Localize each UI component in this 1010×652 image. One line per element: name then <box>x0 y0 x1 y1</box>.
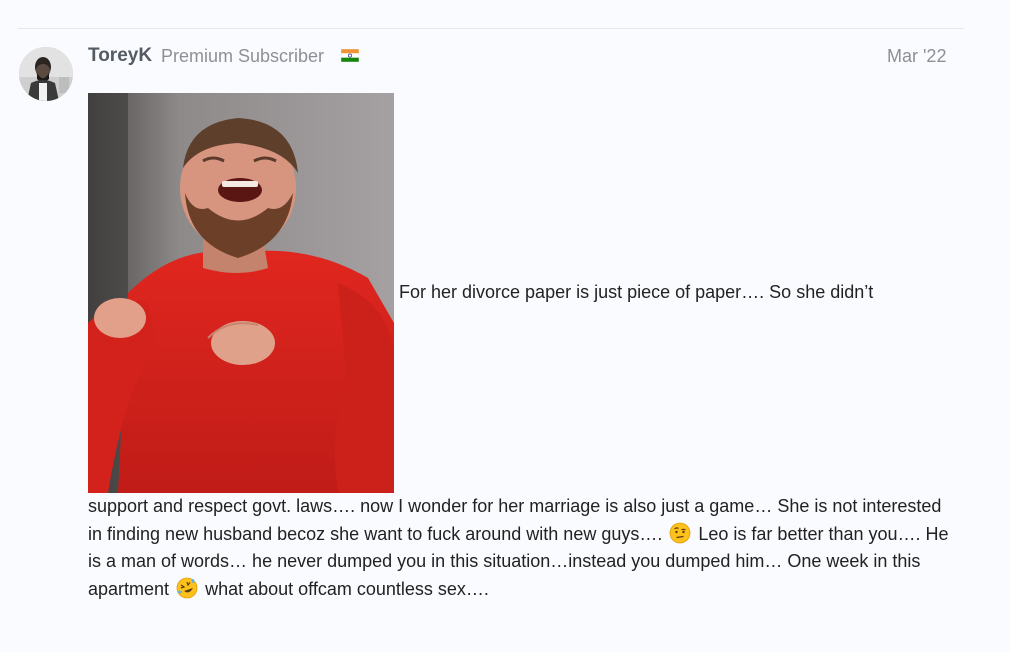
post-text-inline: For her divorce paper is just piece of p… <box>399 282 874 302</box>
user-title: Premium Subscriber <box>161 46 325 66</box>
avatar[interactable] <box>19 47 73 101</box>
username[interactable]: ToreyK <box>88 45 152 67</box>
face-with-raised-eyebrow-icon <box>669 522 691 543</box>
india-flag-icon <box>341 49 359 62</box>
post-image[interactable] <box>88 93 394 493</box>
post-date[interactable]: Mar '22 <box>887 46 946 67</box>
forum-post: ToreyK Premium Subscriber Mar '22 For he… <box>0 0 1010 652</box>
post-text-part3: what about offcam countless sex…. <box>205 578 489 599</box>
post-body-text: support and respect govt. laws…. now I w… <box>88 493 958 603</box>
rolling-on-floor-laughing-icon <box>176 577 198 598</box>
